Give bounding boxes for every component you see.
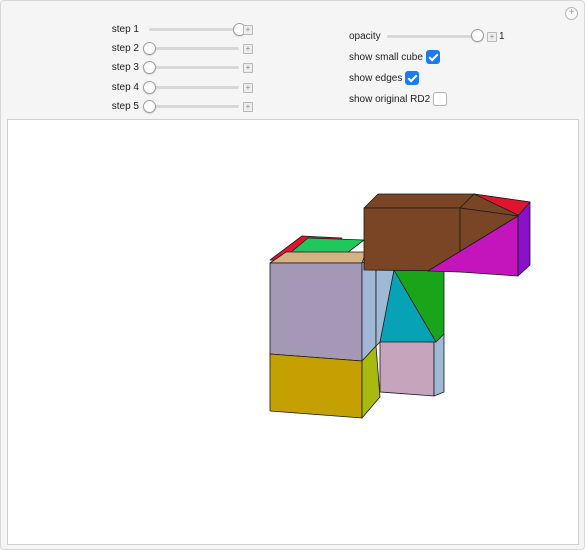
- step-1-label: step 1: [111, 24, 139, 35]
- step-4-slider-thumb[interactable]: [143, 81, 156, 94]
- plus-circle-icon[interactable]: +: [565, 7, 578, 20]
- opacity-plus-icon[interactable]: +: [487, 32, 497, 42]
- demo-frame: + step 1 + step 2 + step 3 + step 4 + step 5 + op…: [0, 0, 585, 550]
- show-small-cube-checkbox[interactable]: [426, 50, 440, 64]
- step-5-plus-icon[interactable]: +: [243, 102, 253, 112]
- show-edges-label: show edges: [349, 73, 403, 84]
- face-light-blue-side: [361, 256, 377, 362]
- face-yellow-front: [269, 353, 363, 419]
- opacity-slider-thumb[interactable]: [471, 29, 484, 42]
- step-2-slider-thumb[interactable]: [143, 42, 156, 55]
- step-5-slider-track[interactable]: [149, 105, 239, 108]
- 3d-viewport[interactable]: [7, 119, 579, 545]
- step-1-plus-icon[interactable]: +: [243, 25, 253, 35]
- show-edges-checkbox[interactable]: [405, 71, 419, 85]
- face-pink-front: [379, 339, 435, 397]
- step-1-slider-track[interactable]: [149, 28, 239, 31]
- step-4-label: step 4: [111, 82, 139, 93]
- opacity-value: 1: [499, 31, 505, 42]
- show-small-cube-label: show small cube: [349, 52, 423, 63]
- step-5-slider-thumb[interactable]: [143, 100, 156, 113]
- polyhedron-graphic[interactable]: [8, 120, 578, 544]
- face-tan-top: [269, 251, 367, 264]
- step-4-plus-icon[interactable]: +: [243, 83, 253, 93]
- opacity-slider-track[interactable]: [387, 35, 483, 38]
- step-2-label: step 2: [111, 43, 139, 54]
- step-3-label: step 3: [111, 62, 139, 73]
- step-5-label: step 5: [111, 101, 139, 112]
- step-4-slider-track[interactable]: [149, 86, 239, 89]
- face-light-blue-right: [433, 333, 445, 397]
- step-2-slider-track[interactable]: [149, 47, 239, 50]
- step-3-slider-track[interactable]: [149, 66, 239, 69]
- step-3-slider-thumb[interactable]: [143, 61, 156, 74]
- step-2-plus-icon[interactable]: +: [243, 44, 253, 54]
- step-3-plus-icon[interactable]: +: [243, 63, 253, 73]
- face-lavender-front: [269, 262, 363, 362]
- control-panel: + step 1 + step 2 + step 3 + step 4 + step 5 + op…: [1, 1, 584, 118]
- face-brown-top: [363, 193, 475, 209]
- opacity-label: opacity: [349, 31, 381, 42]
- show-original-rd2-checkbox[interactable]: [433, 92, 447, 106]
- show-original-rd2-label: show original RD2: [349, 94, 431, 105]
